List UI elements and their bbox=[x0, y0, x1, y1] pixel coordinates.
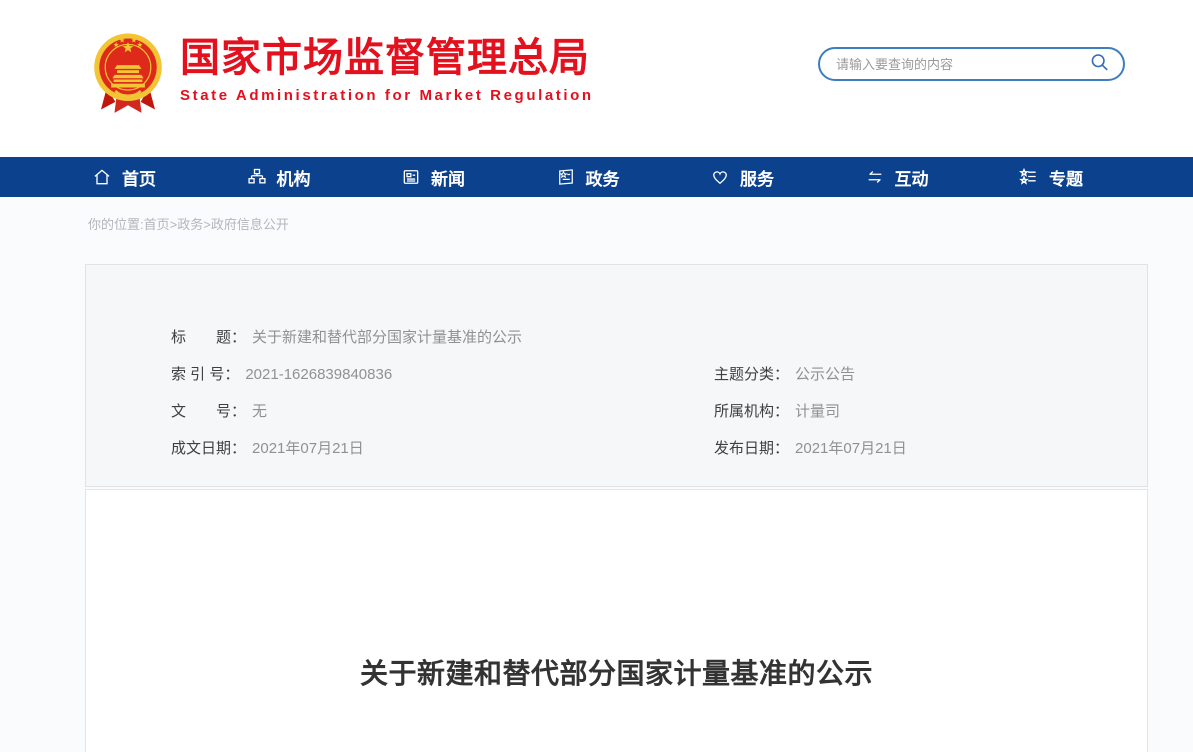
logo-link[interactable] bbox=[90, 31, 166, 117]
nav-label: 政务 bbox=[586, 165, 620, 190]
nav-item-interact[interactable]: 互动 bbox=[865, 165, 929, 190]
article-title: 关于新建和替代部分国家计量基准的公示 bbox=[86, 490, 1147, 692]
meta-value-docnum: 无 bbox=[252, 403, 267, 420]
nav-item-topic[interactable]: 专题 bbox=[1019, 165, 1083, 190]
brand-title: 国家市场监督管理总局 bbox=[180, 36, 594, 80]
nav-item-gov[interactable]: 政务 bbox=[556, 165, 620, 190]
heart-icon bbox=[710, 167, 730, 187]
star-list-icon bbox=[1019, 167, 1039, 187]
search-input[interactable] bbox=[836, 57, 1088, 72]
gov-doc-icon bbox=[556, 167, 576, 187]
meta-value-publish-date: 2021年07月21日 bbox=[795, 440, 907, 457]
search-icon bbox=[1089, 52, 1110, 76]
meta-row-written-date: 成文日期： 2021年07月21日 bbox=[171, 438, 714, 460]
news-icon bbox=[401, 167, 421, 187]
meta-row-title: 标 题： 关于新建和替代部分国家计量基准的公示 bbox=[171, 327, 714, 349]
meta-value-category: 公示公告 bbox=[795, 366, 855, 383]
nav-label: 服务 bbox=[740, 165, 774, 190]
meta-value-index: 2021-1626839840836 bbox=[245, 366, 392, 383]
nav-label: 互动 bbox=[895, 165, 929, 190]
nav-label: 机构 bbox=[277, 165, 311, 190]
search-box bbox=[818, 47, 1125, 81]
meta-label-index: 索 引 号： bbox=[171, 366, 239, 383]
org-chart-icon bbox=[247, 167, 267, 187]
meta-label-agency: 所属机构： bbox=[714, 403, 789, 420]
site-header: 国家市场监督管理总局 State Administration for Mark… bbox=[0, 0, 1193, 157]
nav-item-org[interactable]: 机构 bbox=[247, 165, 311, 190]
nav-label: 新闻 bbox=[431, 165, 465, 190]
meta-label-written-date: 成文日期： bbox=[171, 440, 246, 457]
meta-row-publish-date: 发布日期： 2021年07月21日 bbox=[714, 438, 1107, 460]
main-nav: 首页 机构 bbox=[0, 157, 1193, 197]
nav-item-news[interactable]: 新闻 bbox=[401, 165, 465, 190]
meta-row-index: 索 引 号： 2021-1626839840836 bbox=[171, 364, 714, 386]
breadcrumb: 你的位置:首页>政务>政府信息公开 bbox=[0, 197, 1193, 233]
meta-label-title: 标 题： bbox=[171, 329, 246, 346]
meta-value-agency: 计量司 bbox=[795, 403, 840, 420]
nav-label: 首页 bbox=[122, 165, 156, 190]
meta-label-docnum: 文 号： bbox=[171, 403, 246, 420]
meta-label-publish-date: 发布日期： bbox=[714, 440, 789, 457]
brand-subtitle: State Administration for Market Regulati… bbox=[180, 87, 594, 104]
page: 国家市场监督管理总局 State Administration for Mark… bbox=[0, 0, 1193, 752]
nav-item-home[interactable]: 首页 bbox=[92, 165, 156, 190]
meta-row-docnum: 文 号： 无 bbox=[171, 401, 714, 423]
meta-value-written-date: 2021年07月21日 bbox=[252, 440, 364, 457]
national-emblem-icon bbox=[90, 104, 166, 121]
article-content: 关于新建和替代部分国家计量基准的公示 bbox=[85, 489, 1148, 752]
breadcrumb-separator: > bbox=[203, 217, 211, 232]
meta-row-spacer bbox=[714, 327, 1107, 349]
home-icon bbox=[92, 167, 112, 187]
breadcrumb-link-gov[interactable]: 政务 bbox=[177, 217, 203, 232]
brand-block[interactable]: 国家市场监督管理总局 State Administration for Mark… bbox=[180, 36, 594, 104]
nav-label: 专题 bbox=[1049, 165, 1083, 190]
meta-value-title: 关于新建和替代部分国家计量基准的公示 bbox=[252, 329, 522, 346]
breadcrumb-link-home[interactable]: 首页 bbox=[144, 217, 170, 232]
meta-row-category: 主题分类： 公示公告 bbox=[714, 364, 1107, 386]
meta-label-category: 主题分类： bbox=[714, 366, 789, 383]
search-button[interactable] bbox=[1088, 53, 1110, 75]
nav-item-service[interactable]: 服务 bbox=[710, 165, 774, 190]
document-meta-panel: 标 题： 关于新建和替代部分国家计量基准的公示 索 引 号： 2021-162683… bbox=[85, 264, 1148, 487]
meta-row-agency: 所属机构： 计量司 bbox=[714, 401, 1107, 423]
breadcrumb-link-info[interactable]: 政府信息公开 bbox=[211, 217, 289, 232]
breadcrumb-prefix: 你的位置: bbox=[88, 217, 144, 232]
exchange-arrows-icon bbox=[865, 167, 885, 187]
